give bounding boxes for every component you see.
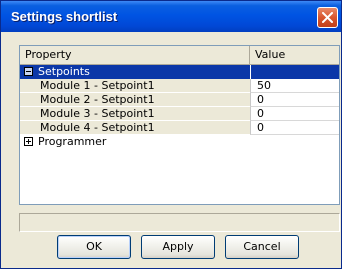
category-label: Programmer	[38, 135, 107, 148]
grid-header: Property Value	[20, 46, 339, 65]
settings-shortlist-dialog: Settings shortlist Property Value Setpoi…	[0, 0, 342, 269]
description-box	[19, 213, 340, 232]
property-row[interactable]: Module 2 - Setpoint1 0	[20, 93, 339, 107]
property-name: Module 2 - Setpoint1	[20, 93, 250, 107]
title-bar[interactable]: Settings shortlist	[1, 1, 341, 32]
property-name: Module 3 - Setpoint1	[20, 107, 250, 121]
expand-icon[interactable]	[24, 137, 33, 146]
close-icon	[322, 12, 333, 23]
property-row[interactable]: Module 4 - Setpoint1 0	[20, 121, 339, 135]
window-title: Settings shortlist	[11, 9, 118, 24]
cancel-button[interactable]: Cancel	[225, 235, 299, 259]
column-header-value[interactable]: Value	[250, 46, 339, 64]
category-cell: Setpoints	[20, 65, 250, 79]
property-value[interactable]: 50	[250, 79, 339, 93]
apply-button[interactable]: Apply	[141, 235, 215, 259]
property-name: Module 4 - Setpoint1	[20, 121, 250, 135]
close-button[interactable]	[317, 7, 338, 28]
property-value[interactable]: 0	[250, 93, 339, 107]
category-row-setpoints[interactable]: Setpoints	[20, 65, 339, 79]
property-grid[interactable]: Property Value Setpoints Module 1 - Setp…	[19, 45, 340, 205]
property-row[interactable]: Module 3 - Setpoint1 0	[20, 107, 339, 121]
property-name: Module 1 - Setpoint1	[20, 79, 250, 93]
property-value[interactable]: 0	[250, 121, 339, 135]
property-row[interactable]: Module 1 - Setpoint1 50	[20, 79, 339, 93]
column-header-property[interactable]: Property	[20, 46, 250, 64]
category-label: Setpoints	[38, 65, 90, 78]
collapse-icon[interactable]	[24, 67, 33, 76]
property-value[interactable]: 0	[250, 107, 339, 121]
category-value-cell	[250, 65, 339, 79]
category-cell: Programmer	[20, 135, 250, 149]
ok-button[interactable]: OK	[57, 235, 131, 259]
category-row-programmer[interactable]: Programmer	[20, 135, 339, 149]
